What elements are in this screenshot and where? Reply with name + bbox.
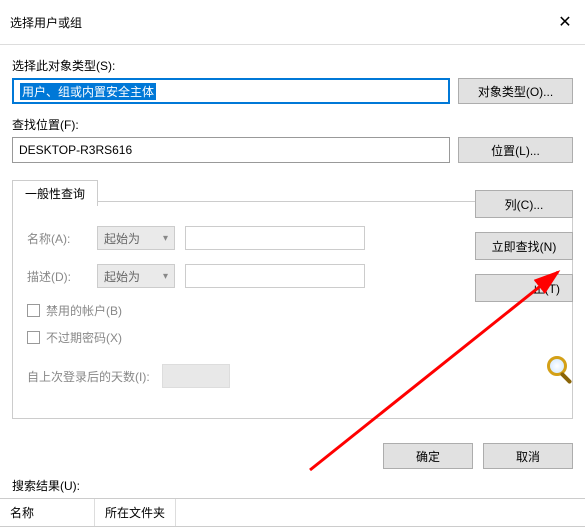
disabled-accounts-checkbox[interactable]: [27, 304, 40, 317]
window-title: 选择用户或组: [10, 14, 82, 31]
desc-label: 描述(D):: [27, 268, 87, 285]
noexpire-password-checkbox[interactable]: [27, 331, 40, 344]
days-since-logon-label: 自上次登录后的天数(I):: [27, 368, 150, 385]
desc-match-combo[interactable]: 起始为 ▾: [97, 264, 175, 288]
name-input[interactable]: [185, 226, 365, 250]
name-match-combo[interactable]: 起始为 ▾: [97, 226, 175, 250]
location-value: DESKTOP-R3RS616: [19, 143, 132, 157]
search-icon: [531, 356, 573, 388]
object-type-field[interactable]: 用户、组或内置安全主体: [12, 78, 450, 104]
close-icon: ✕: [558, 12, 571, 32]
location-label: 查找位置(F):: [12, 116, 573, 133]
dialog-buttons: 确定 取消: [0, 433, 585, 475]
search-results-label: 搜索结果(U):: [0, 475, 585, 496]
column-folder[interactable]: 所在文件夹: [95, 499, 176, 526]
desc-input[interactable]: [185, 264, 365, 288]
cancel-button[interactable]: 取消: [483, 443, 573, 469]
columns-button[interactable]: 列(C)...: [475, 190, 573, 218]
name-label: 名称(A):: [27, 230, 87, 247]
chevron-down-icon: ▾: [163, 271, 168, 282]
titlebar: 选择用户或组 ✕: [0, 0, 585, 45]
object-types-button[interactable]: 对象类型(O)...: [458, 78, 573, 104]
days-since-logon-field[interactable]: [162, 364, 230, 388]
disabled-accounts-label: 禁用的帐户(B): [46, 302, 122, 319]
location-field[interactable]: DESKTOP-R3RS616: [12, 137, 450, 163]
chevron-down-icon: ▾: [163, 233, 168, 244]
stop-button[interactable]: 止(T): [475, 274, 573, 302]
results-header: 名称 所在文件夹: [0, 498, 585, 527]
ok-button[interactable]: 确定: [383, 443, 473, 469]
object-type-label: 选择此对象类型(S):: [12, 57, 573, 74]
object-type-value: 用户、组或内置安全主体: [20, 83, 156, 100]
column-name[interactable]: 名称: [0, 499, 95, 526]
noexpire-password-label: 不过期密码(X): [46, 329, 122, 346]
close-button[interactable]: ✕: [545, 8, 585, 36]
tab-general[interactable]: 一般性查询: [12, 180, 98, 206]
find-now-button[interactable]: 立即查找(N): [475, 232, 573, 260]
locations-button[interactable]: 位置(L)...: [458, 137, 573, 163]
right-button-column: 列(C)... 立即查找(N) 止(T): [475, 190, 573, 388]
